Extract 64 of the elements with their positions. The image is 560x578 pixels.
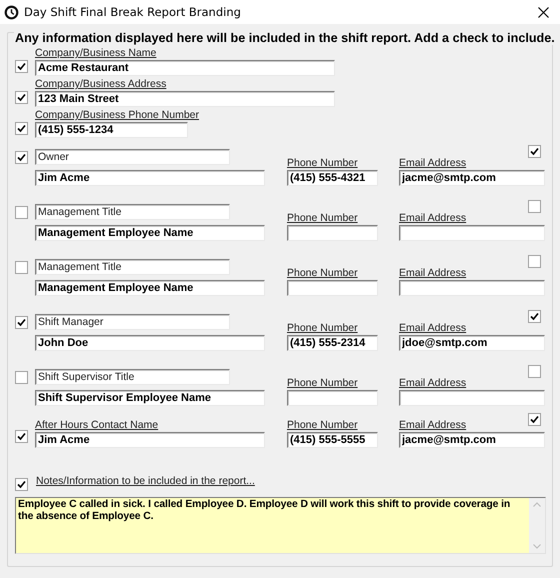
name-field[interactable]: Management Employee Name: [35, 225, 265, 241]
phone-field[interactable]: (415) 555-2314: [287, 335, 378, 351]
notes-field[interactable]: Employee C called in sick. I called Employee D. Employee D will work this shift to provide coverage in the absence of Employee C.: [15, 497, 546, 554]
checkbox[interactable]: [15, 316, 28, 329]
email-field[interactable]: [399, 390, 545, 406]
checkbox[interactable]: [15, 151, 28, 164]
name-field[interactable]: Management Employee Name: [35, 280, 265, 296]
checkbox[interactable]: [15, 261, 28, 274]
phone-field[interactable]: [287, 225, 378, 241]
field-label: Company/Business Phone Number: [35, 109, 200, 122]
clock-icon: [4, 4, 19, 20]
field-label: Phone Number: [287, 419, 359, 432]
checkbox[interactable]: [15, 122, 28, 135]
email-field[interactable]: jacme@smtp.com: [399, 170, 545, 186]
name-field[interactable]: Shift Supervisor Employee Name: [35, 390, 265, 406]
group-title: Any information displayed here will be included in the shift report. Add a check to include.: [14, 31, 556, 45]
checkbox[interactable]: [15, 371, 28, 384]
field-label: Phone Number: [287, 157, 359, 170]
field-label: Notes/Information to be included in the report...: [36, 475, 255, 488]
checkbox[interactable]: [15, 91, 28, 104]
checkbox[interactable]: [528, 200, 541, 213]
close-icon[interactable]: [538, 6, 549, 18]
name-field[interactable]: Jim Acme: [35, 432, 265, 448]
checkbox[interactable]: [528, 365, 541, 378]
checkbox[interactable]: [528, 413, 541, 426]
field-label: Email Address: [399, 212, 466, 225]
title-field[interactable]: Shift Supervisor Title: [35, 369, 230, 385]
checkbox[interactable]: [15, 430, 28, 443]
checkbox[interactable]: [528, 310, 541, 323]
checkbox[interactable]: [528, 145, 541, 158]
text-field[interactable]: 123 Main Street: [35, 91, 335, 107]
text-field[interactable]: (415) 555-1234: [35, 122, 188, 138]
name-field[interactable]: Jim Acme: [35, 170, 265, 186]
field-label: Phone Number: [287, 377, 359, 390]
email-field[interactable]: jacme@smtp.com: [399, 432, 545, 448]
field-label: Company/Business Address: [35, 78, 168, 91]
title-field[interactable]: Management Title: [35, 204, 230, 220]
title-field[interactable]: Shift Manager: [35, 314, 230, 330]
field-label: Phone Number: [287, 267, 359, 280]
field-label: Email Address: [399, 267, 466, 280]
title-field[interactable]: Management Title: [35, 259, 230, 275]
phone-field[interactable]: (415) 555-4321: [287, 170, 378, 186]
field-label: Email Address: [399, 322, 466, 335]
field-label: Phone Number: [287, 322, 359, 335]
field-label: Phone Number: [287, 212, 359, 225]
phone-field[interactable]: [287, 390, 378, 406]
field-label: Email Address: [399, 377, 466, 390]
window-title: Day Shift Final Break Report Branding: [24, 5, 242, 19]
checkbox[interactable]: [15, 206, 28, 219]
email-field[interactable]: jdoe@smtp.com: [399, 335, 545, 351]
name-field[interactable]: John Doe: [35, 335, 265, 351]
checkbox[interactable]: [528, 255, 541, 268]
email-field[interactable]: [399, 225, 545, 241]
phone-field[interactable]: [287, 280, 378, 296]
field-label: After Hours Contact Name: [35, 419, 160, 432]
field-label: Company/Business Name: [35, 47, 158, 60]
text-field[interactable]: Acme Restaurant: [35, 60, 335, 76]
title-field[interactable]: Owner: [35, 149, 230, 165]
field-label: Email Address: [399, 419, 466, 432]
checkbox[interactable]: [15, 478, 28, 491]
checkbox[interactable]: [15, 60, 28, 73]
phone-field[interactable]: (415) 555-5555: [287, 432, 378, 448]
field-label: Email Address: [399, 157, 466, 170]
email-field[interactable]: [399, 280, 545, 296]
